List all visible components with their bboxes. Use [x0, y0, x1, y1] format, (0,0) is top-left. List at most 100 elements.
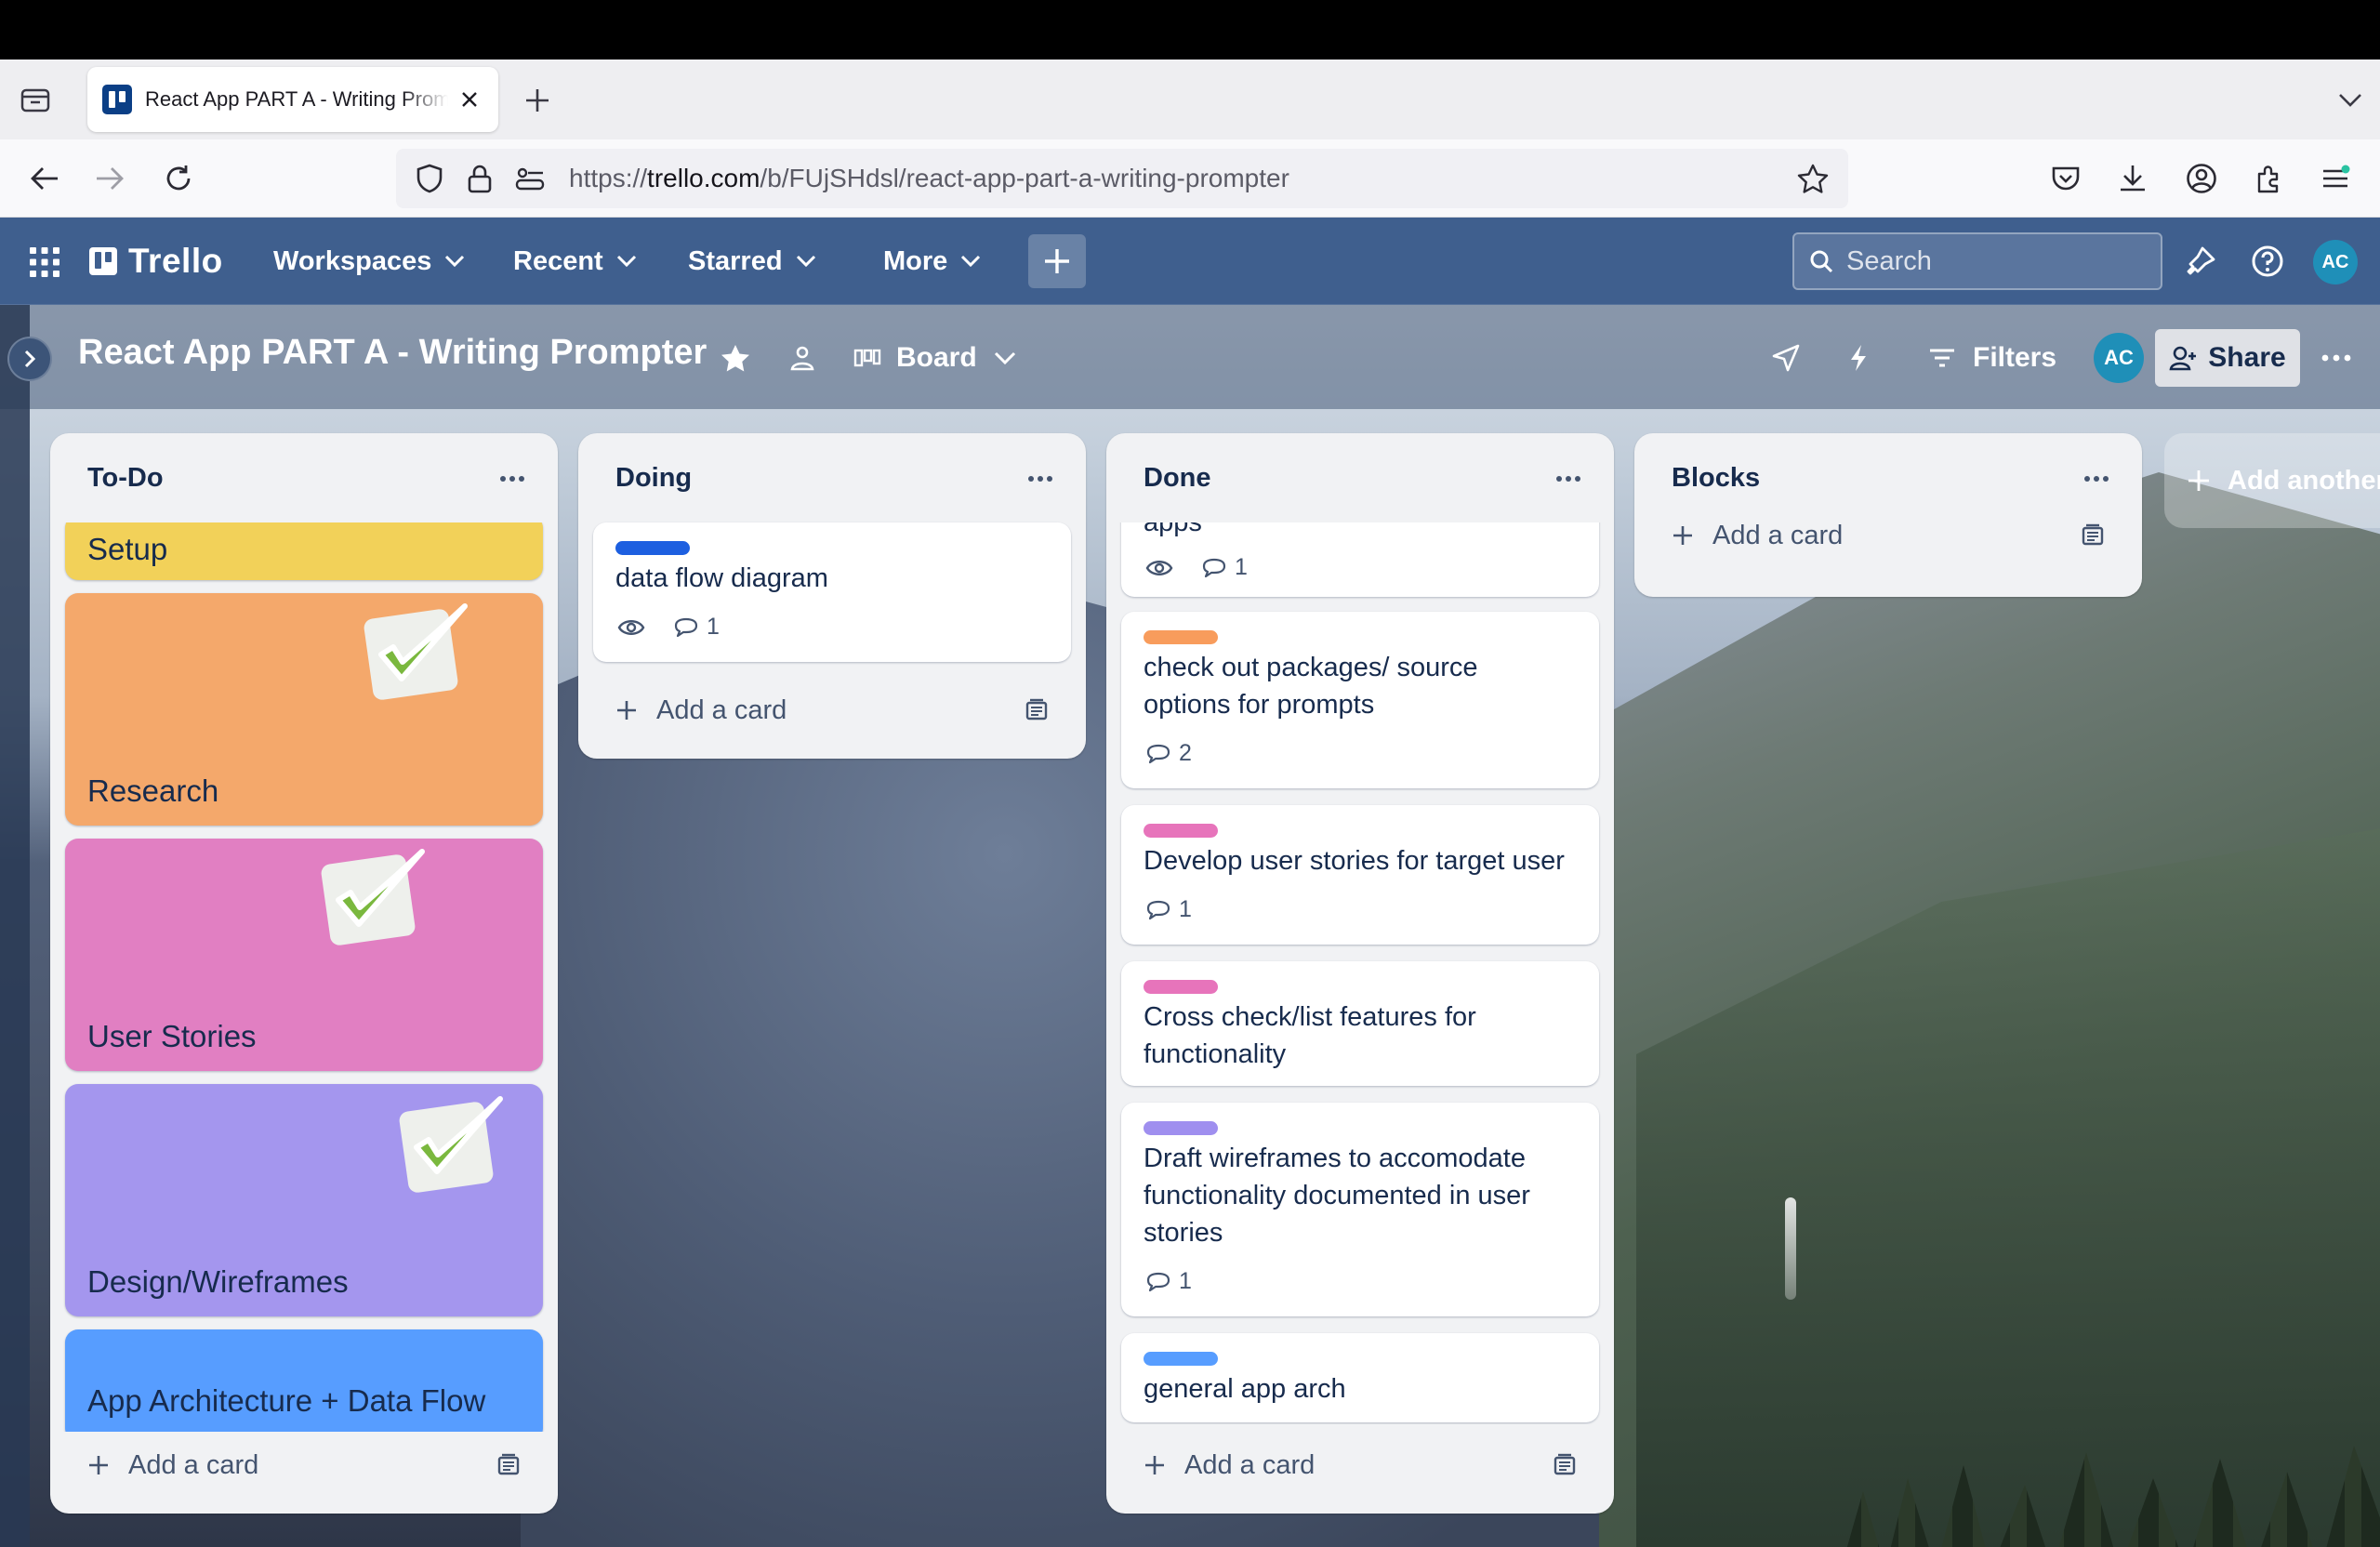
- trello-logo[interactable]: Trello: [89, 238, 223, 284]
- new-tab-icon[interactable]: [517, 82, 558, 119]
- browser-tab-active[interactable]: React App PART A - Writing Prompter: [87, 67, 498, 132]
- plus-icon: [1673, 526, 1692, 545]
- board-title[interactable]: React App PART A - Writing Prompter: [78, 333, 707, 373]
- card-badges: 1: [1145, 1268, 1212, 1295]
- card-apps[interactable]: apps 1: [1121, 522, 1599, 597]
- trello-logo-icon: [89, 247, 117, 275]
- forward-arrow-icon[interactable]: [89, 158, 130, 199]
- workspaces-menu[interactable]: Workspaces: [273, 238, 465, 284]
- shield-icon[interactable]: [409, 158, 450, 199]
- view-switcher[interactable]: Board: [853, 333, 1016, 383]
- list-doing: Doing data flow diagram 1 Add a card: [578, 433, 1086, 759]
- card-title-line: functionality documented in user: [1144, 1181, 1530, 1210]
- more-options-icon[interactable]: [2075, 457, 2118, 500]
- chevron-down-icon: [445, 255, 465, 268]
- card-data-flow-diagram[interactable]: data flow diagram 1: [593, 522, 1071, 662]
- card-template-icon[interactable]: [1543, 1443, 1586, 1486]
- comment-badge: 1: [1145, 896, 1192, 923]
- comment-icon: [1146, 1272, 1170, 1291]
- account-icon[interactable]: [2181, 158, 2222, 199]
- card-general-app-arch[interactable]: general app arch: [1121, 1333, 1599, 1422]
- chevron-right-icon: [24, 350, 36, 368]
- card-label[interactable]: [615, 541, 690, 555]
- visibility-icon[interactable]: [781, 337, 824, 379]
- card-label[interactable]: [1144, 980, 1218, 994]
- add-card-button[interactable]: Add a card: [65, 1435, 258, 1495]
- card-cross-check-features[interactable]: Cross check/list features for functional…: [1121, 961, 1599, 1086]
- card-title: Setup: [87, 532, 168, 566]
- list-title[interactable]: Doing: [615, 463, 692, 494]
- pocket-icon[interactable]: [2045, 158, 2086, 199]
- notifications-icon[interactable]: [2179, 240, 2222, 283]
- card-label[interactable]: [1144, 824, 1218, 838]
- star-icon[interactable]: [714, 337, 757, 379]
- card-user-stories[interactable]: User Stories: [65, 839, 543, 1071]
- list-title[interactable]: To-Do: [87, 463, 164, 494]
- power-ups-icon[interactable]: [1765, 337, 1807, 379]
- tab-title: React App PART A - Writing Prompter: [145, 87, 448, 111]
- card-badges: 1: [1145, 554, 1268, 581]
- card-develop-user-stories[interactable]: Develop user stories for target user 1: [1121, 805, 1599, 945]
- permissions-icon[interactable]: [509, 158, 550, 199]
- plus-icon: [2188, 470, 2209, 491]
- card-template-icon[interactable]: [1015, 688, 1058, 731]
- extensions-icon[interactable]: [2248, 158, 2289, 199]
- card-title: apps: [1144, 522, 1202, 537]
- card-setup[interactable]: Setup: [65, 522, 543, 580]
- card-app-architecture[interactable]: App Architecture + Data Flow: [65, 1329, 543, 1432]
- card-label[interactable]: [1144, 1121, 1218, 1135]
- lock-icon[interactable]: [459, 158, 500, 199]
- card-template-icon[interactable]: [487, 1443, 530, 1486]
- card-title-line: Draft wireframes to accomodate: [1144, 1144, 1526, 1173]
- card-title: App Architecture + Data Flow: [87, 1383, 486, 1418]
- search-input[interactable]: Search: [1792, 232, 2162, 290]
- more-menu[interactable]: More: [883, 238, 981, 284]
- more-options-icon[interactable]: [491, 457, 534, 500]
- plus-icon: [617, 701, 636, 720]
- hamburger-icon[interactable]: [2315, 158, 2356, 199]
- card-check-out-packages[interactable]: check out packages/ source options for p…: [1121, 612, 1599, 788]
- add-card-button[interactable]: Add a card: [593, 681, 787, 740]
- add-card-button[interactable]: Add a card: [1121, 1435, 1315, 1495]
- list-title[interactable]: Done: [1144, 463, 1211, 494]
- avatar[interactable]: AC: [2313, 240, 2358, 284]
- add-list-button[interactable]: Add another list: [2164, 433, 2380, 528]
- star-icon[interactable]: [1792, 158, 1833, 199]
- card-title-line: options for prompts: [1144, 690, 1375, 720]
- card-template-icon[interactable]: [2071, 513, 2114, 556]
- more-options-icon[interactable]: [2315, 337, 2358, 379]
- add-card-button[interactable]: Add a card: [1649, 506, 1843, 565]
- share-button[interactable]: Share: [2155, 329, 2300, 387]
- filters-button[interactable]: Filters: [1928, 333, 2056, 383]
- more-options-icon[interactable]: [1547, 457, 1590, 500]
- help-icon[interactable]: [2246, 240, 2289, 283]
- search-icon: [1810, 250, 1833, 273]
- starred-menu[interactable]: Starred: [688, 238, 816, 284]
- card-design-wireframes[interactable]: Design/Wireframes: [65, 1084, 543, 1316]
- recent-menu[interactable]: Recent: [513, 238, 637, 284]
- board-icon: [853, 349, 881, 367]
- board-member-avatar[interactable]: AC: [2094, 333, 2144, 383]
- list-title[interactable]: Blocks: [1672, 463, 1760, 494]
- watching-icon: [617, 617, 653, 638]
- card-title: general app arch: [1144, 1374, 1346, 1404]
- card-research[interactable]: Research: [65, 593, 543, 826]
- card-draft-wireframes[interactable]: Draft wireframes to accomodate functiona…: [1121, 1103, 1599, 1316]
- more-options-icon[interactable]: [1019, 457, 1062, 500]
- chevron-down-icon[interactable]: [2332, 82, 2369, 119]
- app-switcher-icon[interactable]: [26, 244, 63, 281]
- card-title: Develop user stories for target user: [1144, 846, 1565, 876]
- automation-icon[interactable]: [1837, 337, 1880, 379]
- card-title: Research: [87, 774, 219, 808]
- tab-list-icon[interactable]: [17, 82, 54, 115]
- url-bar[interactable]: https://trello.com/b/FUjSHdsl/react-app-…: [396, 149, 1848, 208]
- checkmark-icon: [364, 603, 468, 700]
- create-button[interactable]: [1028, 234, 1086, 288]
- card-label[interactable]: [1144, 1352, 1218, 1366]
- close-tab-icon[interactable]: [456, 86, 483, 113]
- download-icon[interactable]: [2112, 158, 2153, 199]
- card-label[interactable]: [1144, 630, 1218, 644]
- back-arrow-icon[interactable]: [24, 158, 65, 199]
- reload-icon[interactable]: [158, 158, 199, 199]
- sidebar-expand-button[interactable]: [7, 337, 52, 381]
